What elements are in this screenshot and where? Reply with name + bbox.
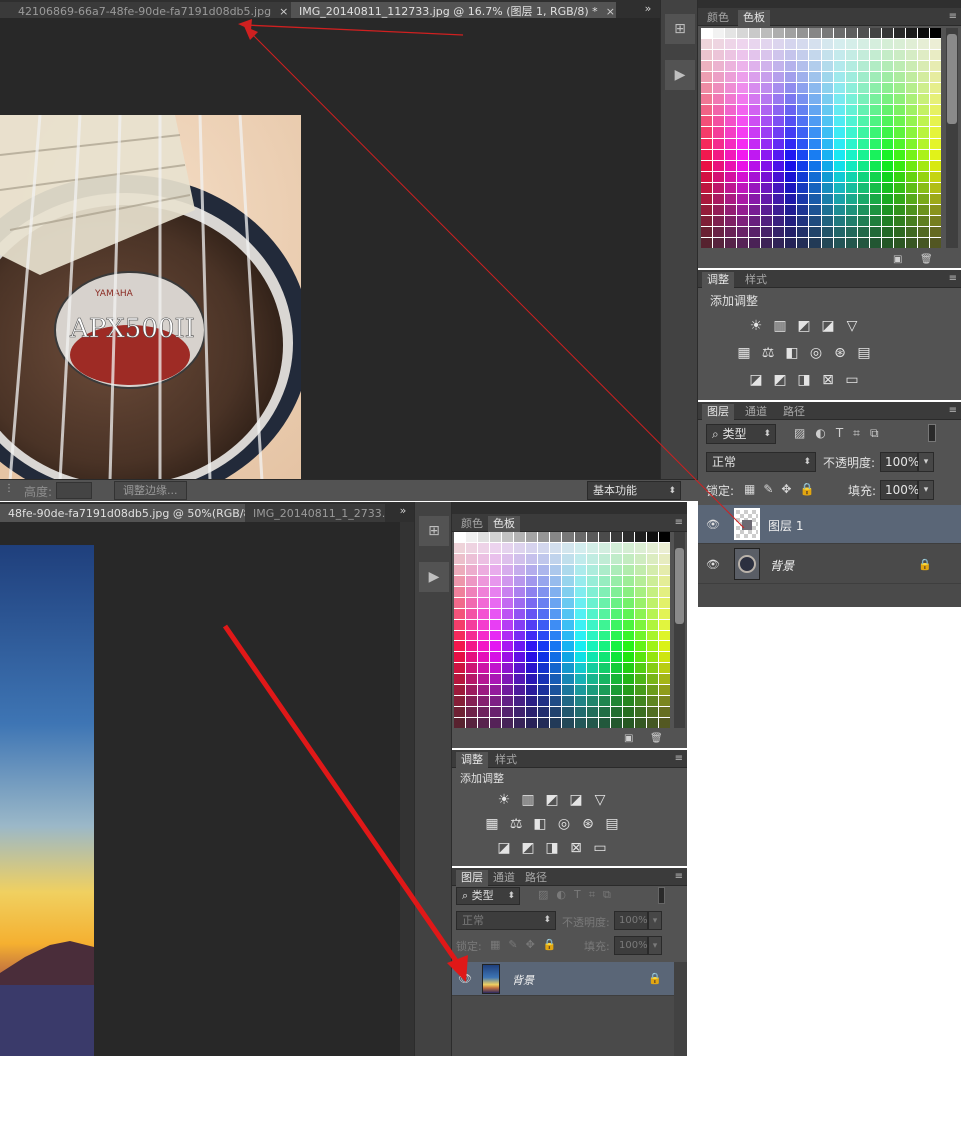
arrow-head [238, 19, 252, 30]
arrow-head [447, 955, 468, 982]
layer-drag-arrow [249, 31, 745, 529]
tab-pointer-arrow [244, 24, 464, 36]
annotation-layer [222, 19, 745, 982]
visibility-pointer-arrow [222, 624, 464, 970]
screenshot-root: 42106869-66a7-48fe-90de-fa7191d08db5.jpg… [0, 0, 961, 1142]
